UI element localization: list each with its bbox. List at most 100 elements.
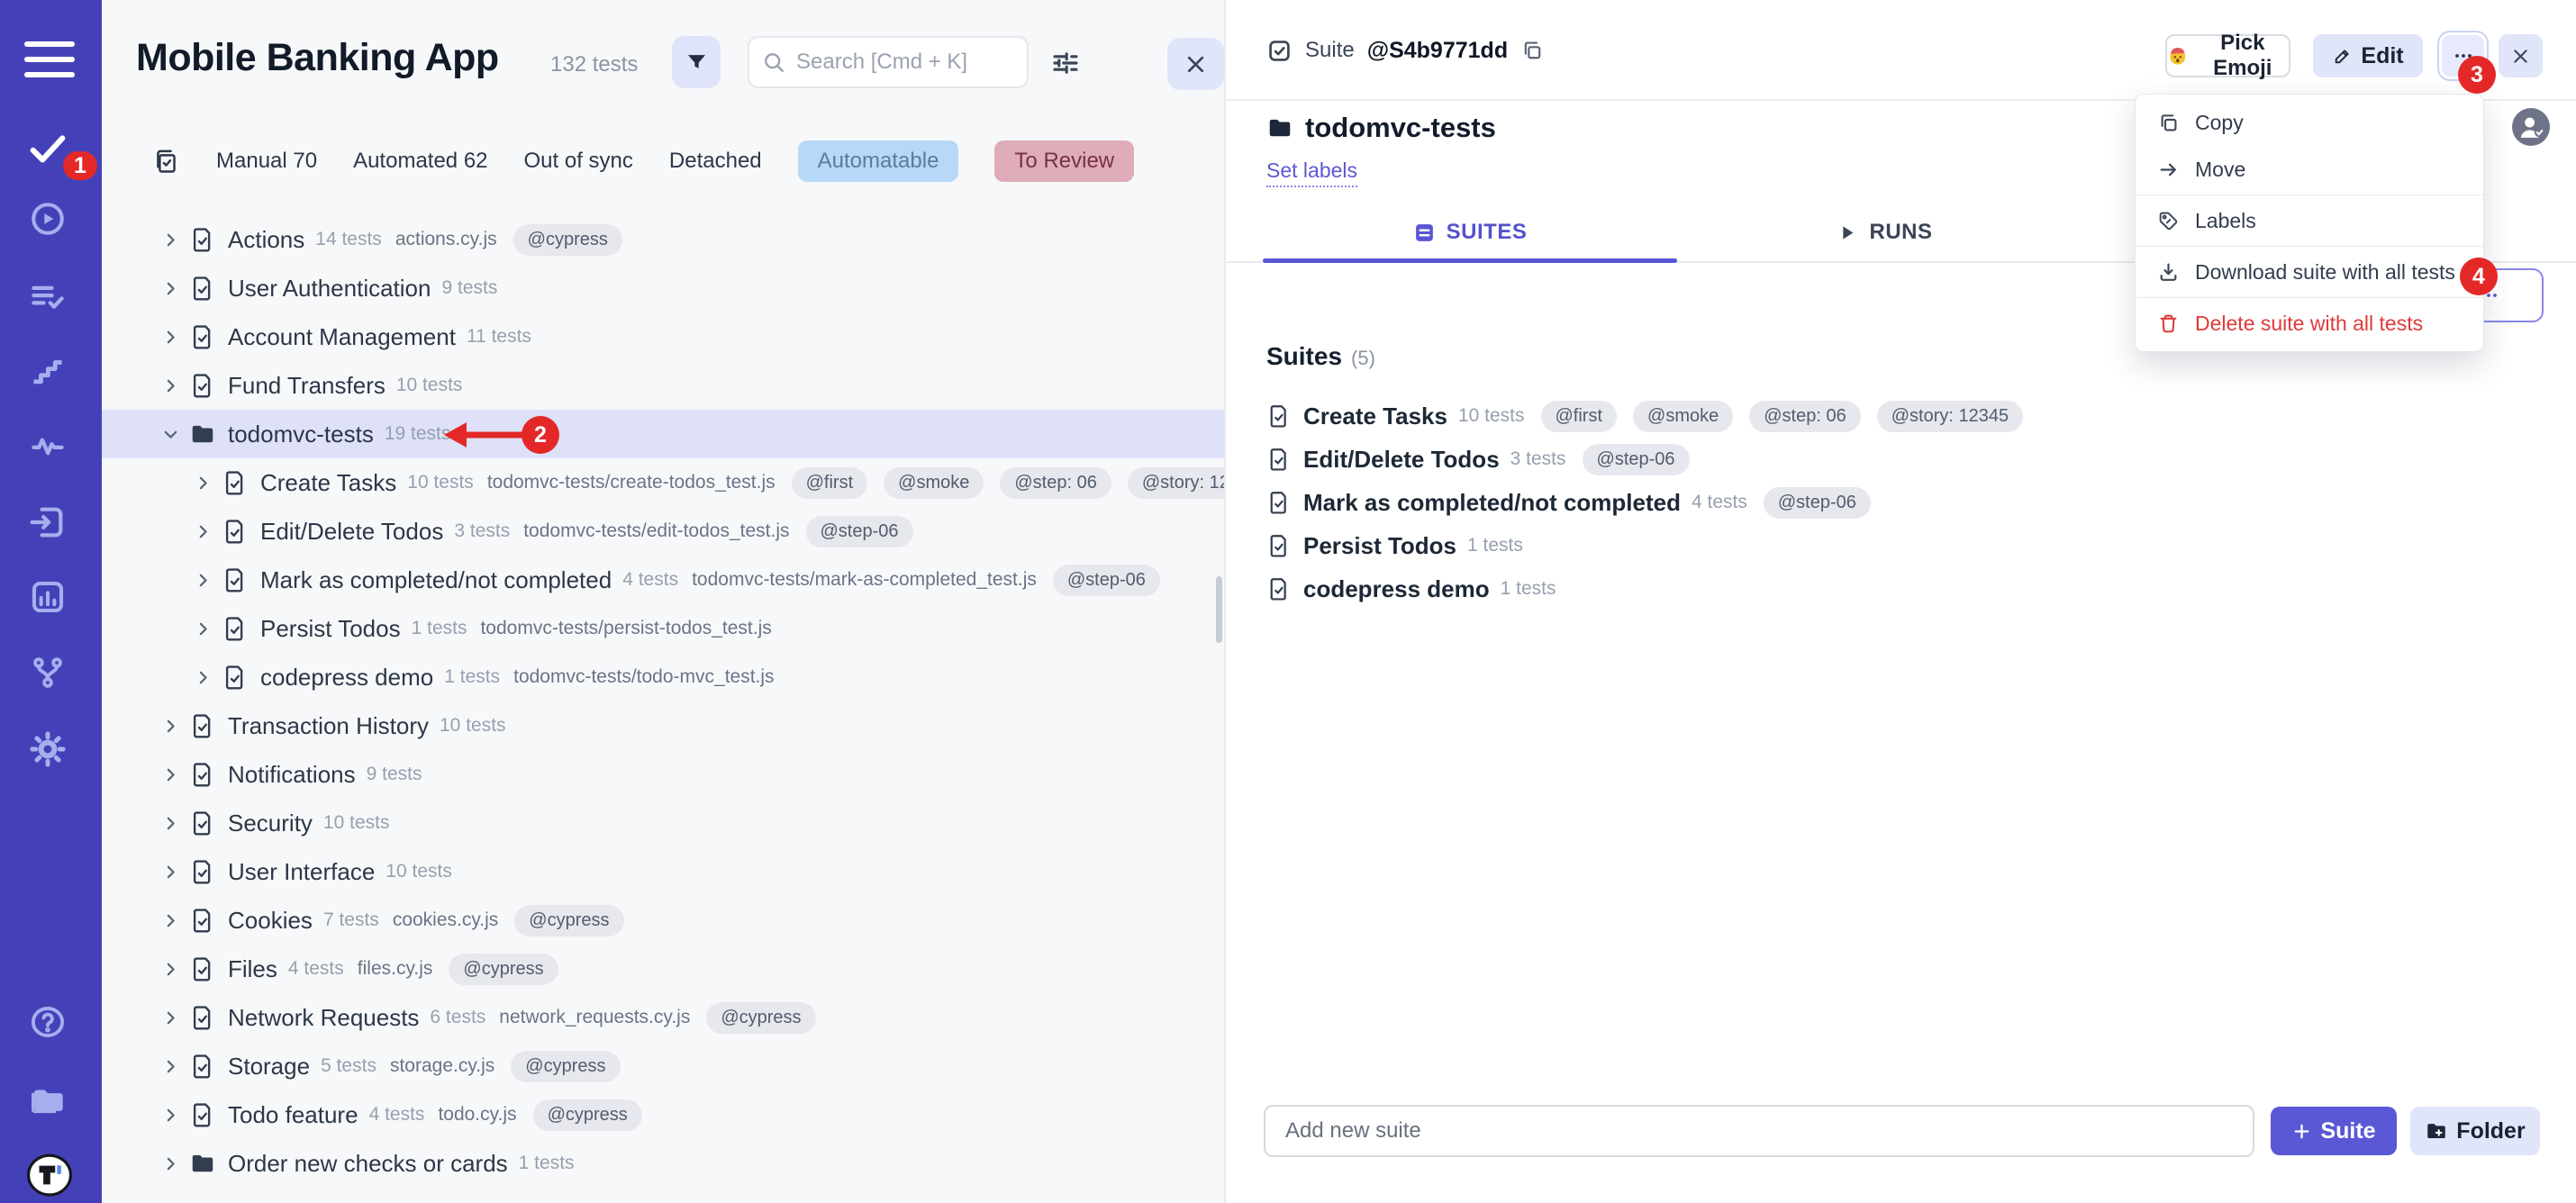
analytics-nav-icon[interactable] — [28, 577, 68, 617]
tree-row-account-management[interactable]: Account Management11 tests — [102, 312, 1224, 361]
search-input[interactable] — [796, 50, 1014, 75]
tree-row-storage[interactable]: Storage5 testsstorage.cy.js@cypress — [102, 1042, 1224, 1090]
chevron-right-icon[interactable] — [161, 911, 180, 930]
menu-item-move[interactable]: Move — [2136, 146, 2483, 193]
tree-row-network-requests[interactable]: Network Requests6 testsnetwork_requests.… — [102, 993, 1224, 1042]
projects-folder-icon[interactable] — [28, 1079, 68, 1118]
chevron-right-icon[interactable] — [194, 522, 213, 541]
filter-manual[interactable]: Manual 70 — [216, 149, 317, 174]
suite-row-label: Persist Todos — [1303, 532, 1456, 560]
set-labels-link[interactable]: Set labels — [1266, 158, 1357, 187]
tree-row-user-authentication[interactable]: User Authentication9 tests — [102, 264, 1224, 312]
menu-item-labels[interactable]: Labels — [2136, 197, 2483, 244]
edit-button[interactable]: Edit — [2313, 34, 2423, 77]
tree-row-persist-todos[interactable]: Persist Todos1 teststodomvc-tests/persis… — [102, 604, 1224, 653]
tree-row-todomvc-tests[interactable]: todomvc-tests19 tests — [102, 410, 1224, 458]
chevron-right-icon[interactable] — [161, 765, 180, 784]
filter-out-of-sync[interactable]: Out of sync — [524, 149, 633, 174]
close-panel-button[interactable] — [1167, 38, 1224, 90]
chevron-right-icon[interactable] — [161, 717, 180, 736]
app-logo[interactable] — [27, 1153, 72, 1198]
chevron-right-icon[interactable] — [161, 814, 180, 833]
pulse-nav-icon[interactable] — [28, 426, 68, 466]
tree-row-order-new-checks-or-cards[interactable]: Order new checks or cards1 tests — [102, 1139, 1224, 1188]
chevron-right-icon[interactable] — [161, 376, 180, 395]
chevron-down-icon[interactable] — [161, 425, 180, 444]
menu-item-delete-suite-with-all-tests[interactable]: Delete suite with all tests — [2136, 300, 2483, 347]
tree-row-edit-delete-todos[interactable]: Edit/Delete Todos3 teststodomvc-tests/ed… — [102, 507, 1224, 556]
chevron-right-icon[interactable] — [161, 1057, 180, 1076]
filter-automatable[interactable]: Automatable — [798, 140, 959, 182]
tree-item-count: 1 tests — [519, 1153, 575, 1174]
view-settings-sliders-icon[interactable] — [1049, 47, 1082, 79]
import-nav-icon[interactable] — [28, 502, 68, 542]
chevron-right-icon[interactable] — [161, 328, 180, 347]
tree-row-cookies[interactable]: Cookies7 testscookies.cy.js@cypress — [102, 896, 1224, 945]
filter-to-review[interactable]: To Review — [994, 140, 1134, 182]
suite-row-create-tasks[interactable]: Create Tasks10 tests@first@smoke@step: 0… — [1226, 394, 2576, 438]
tree-row-files[interactable]: Files4 testsfiles.cy.js@cypress — [102, 945, 1224, 993]
user-avatar[interactable] — [2512, 108, 2550, 146]
suite-row-codepress-demo[interactable]: codepress demo1 tests — [1226, 567, 2576, 611]
suite-row-edit-delete-todos[interactable]: Edit/Delete Todos3 tests@step-06 — [1226, 438, 2576, 481]
add-suite-button[interactable]: Suite — [2271, 1107, 2397, 1155]
close-suite-button[interactable] — [2499, 34, 2543, 77]
suite-row-mark-as-completed-not-completed[interactable]: Mark as completed/not completed4 tests@s… — [1226, 481, 2576, 524]
suite-header: Suite @S4b9771dd Pick Emoji Edit — [1226, 0, 2576, 101]
filter-detached[interactable]: Detached — [669, 149, 762, 174]
chevron-right-icon[interactable] — [194, 474, 213, 493]
chevron-right-icon[interactable] — [161, 960, 180, 979]
filter-automated[interactable]: Automated 62 — [353, 149, 487, 174]
menu-item-download-suite-with-all-tests[interactable]: Download suite with all tests — [2136, 249, 2483, 295]
chevron-right-icon[interactable] — [161, 863, 180, 882]
tree-row-create-tasks[interactable]: Create Tasks10 teststodomvc-tests/create… — [102, 458, 1224, 507]
help-icon[interactable] — [28, 1002, 68, 1042]
settings-gear-icon[interactable] — [27, 728, 68, 770]
add-folder-button[interactable]: Folder — [2410, 1107, 2540, 1155]
chevron-right-icon[interactable] — [161, 279, 180, 298]
tree-row-transaction-history[interactable]: Transaction History10 tests — [102, 701, 1224, 750]
tree-scrollbar[interactable] — [1216, 576, 1222, 643]
folder-icon — [189, 1150, 216, 1177]
add-suite-input[interactable] — [1264, 1105, 2254, 1157]
tree-item-label: Notifications — [228, 761, 356, 789]
tag-pill: @story: 12345 — [1877, 401, 2023, 432]
tests-nav-icon[interactable] — [27, 127, 68, 168]
file-icon — [222, 518, 249, 545]
pick-emoji-button[interactable]: Pick Emoji — [2165, 34, 2290, 77]
steps-nav-icon[interactable] — [28, 351, 68, 391]
tree-row-actions[interactable]: Actions14 testsactions.cy.js@cypress — [102, 215, 1224, 264]
search-box[interactable] — [748, 36, 1029, 88]
file-icon — [189, 712, 216, 739]
chevron-right-icon[interactable] — [161, 1154, 180, 1173]
chevron-right-icon[interactable] — [161, 1009, 180, 1027]
tree-row-fund-transfers[interactable]: Fund Transfers10 tests — [102, 361, 1224, 410]
suite-checkbox-icon — [1266, 38, 1293, 64]
tree-row-user-interface[interactable]: User Interface10 tests — [102, 847, 1224, 896]
add-suite-label: Suite — [2320, 1118, 2375, 1144]
tree-row-security[interactable]: Security10 tests — [102, 799, 1224, 847]
menu-item-copy[interactable]: Copy — [2136, 99, 2483, 146]
hamburger-menu-icon[interactable] — [24, 41, 75, 77]
suite-label: Suite — [1305, 38, 1355, 63]
runs-nav-icon[interactable] — [28, 199, 68, 239]
tree-row-mark-as-completed-not-completed[interactable]: Mark as completed/not completed4 teststo… — [102, 556, 1224, 604]
tab-suites[interactable]: SUITES — [1263, 204, 1677, 261]
filter-button[interactable] — [672, 36, 721, 88]
tree-row-codepress-demo[interactable]: codepress demo1 teststodomvc-tests/todo-… — [102, 653, 1224, 701]
tab-runs[interactable]: RUNS — [1677, 204, 2091, 261]
suite-row-persist-todos[interactable]: Persist Todos1 tests — [1226, 524, 2576, 567]
plans-nav-icon[interactable] — [28, 277, 68, 317]
tree-row-notifications[interactable]: Notifications9 tests — [102, 750, 1224, 799]
tree-row-todo-feature[interactable]: Todo feature4 teststodo.cy.js@cypress — [102, 1090, 1224, 1139]
chevron-right-icon[interactable] — [194, 620, 213, 638]
copy-id-icon[interactable] — [1520, 39, 1544, 62]
chevron-right-icon[interactable] — [194, 571, 213, 590]
chevron-right-icon[interactable] — [161, 231, 180, 249]
menu-item-label: Download suite with all tests — [2195, 260, 2455, 285]
bulk-check-icon[interactable] — [152, 148, 180, 176]
branch-nav-icon[interactable] — [28, 653, 68, 692]
annotation-badge-4: 4 — [2460, 258, 2498, 295]
chevron-right-icon[interactable] — [194, 668, 213, 687]
chevron-right-icon[interactable] — [161, 1106, 180, 1125]
